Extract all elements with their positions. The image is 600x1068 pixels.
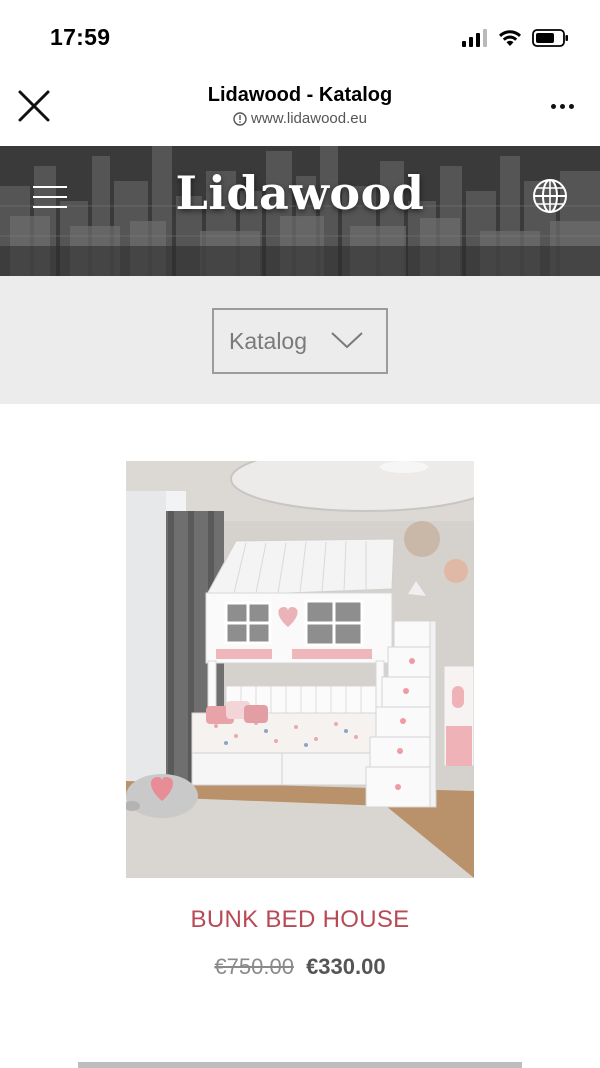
- price-row: €750.00 €330.00: [0, 954, 600, 980]
- url-text: www.lidawood.eu: [251, 110, 367, 127]
- status-time: 17:59: [50, 24, 111, 50]
- hero-banner: Lidawood: [0, 146, 600, 276]
- close-button[interactable]: [14, 86, 54, 126]
- catalog-bar: Katalog: [0, 276, 600, 404]
- url-row[interactable]: www.lidawood.eu: [120, 110, 480, 127]
- status-bar: 17:59: [0, 0, 600, 72]
- status-icons: [462, 26, 570, 50]
- catalog-label: Katalog: [229, 327, 308, 354]
- product-image[interactable]: [126, 461, 474, 878]
- old-price: €750.00: [214, 954, 294, 979]
- language-button[interactable]: [532, 178, 568, 214]
- battery-icon: [532, 29, 568, 47]
- page-title: Lidawood - Katalog: [207, 84, 393, 106]
- site-logo[interactable]: Lidawood: [0, 166, 600, 220]
- signal-icon: [462, 29, 487, 47]
- browser-header: Lidawood - Katalog www.lidawood.eu: [0, 72, 600, 146]
- chevron-down-icon: [331, 332, 363, 349]
- next-product-card-top: [78, 1062, 522, 1068]
- wifi-icon: [499, 30, 521, 46]
- bunk-bed-house-photo: [126, 461, 474, 878]
- close-icon: [18, 90, 50, 122]
- title-block: Lidawood - Katalog www.lidawood.eu: [120, 82, 480, 127]
- more-icon: [550, 103, 556, 109]
- info-icon: [233, 111, 247, 126]
- catalog-dropdown[interactable]: Katalog: [212, 308, 388, 374]
- globe-icon: [533, 179, 567, 213]
- sale-price: €330.00: [306, 954, 386, 979]
- more-button[interactable]: [544, 94, 580, 118]
- product-name-link[interactable]: BUNK BED HOUSE: [0, 906, 600, 934]
